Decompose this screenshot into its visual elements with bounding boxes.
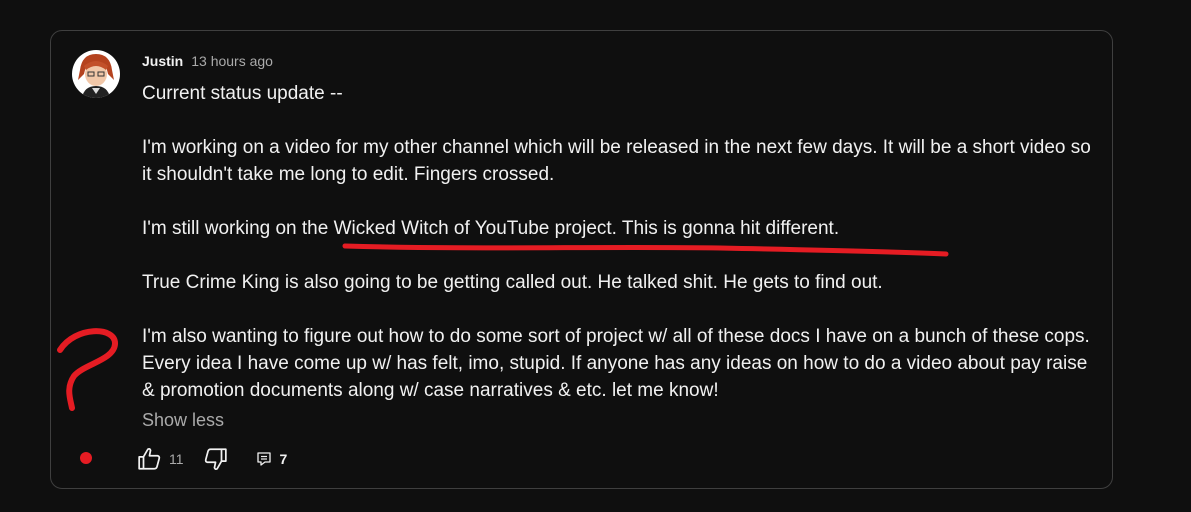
avatar-illustration xyxy=(72,50,120,98)
comment-body: Current status update -- I'm working on … xyxy=(142,80,1102,404)
like-button[interactable]: 11 xyxy=(137,446,184,472)
author-avatar[interactable] xyxy=(72,50,120,98)
thumbs-down-icon xyxy=(204,448,227,470)
like-count: 11 xyxy=(169,451,184,467)
thumbs-up-icon xyxy=(138,448,161,470)
reply-button[interactable]: 7 xyxy=(256,451,288,467)
comment-paragraph: Current status update -- xyxy=(142,83,343,104)
comment-timestamp[interactable]: 13 hours ago xyxy=(191,53,273,69)
comment-header: Justin 13 hours ago xyxy=(142,53,273,69)
show-less-button[interactable]: Show less xyxy=(142,410,224,431)
annotation-dot xyxy=(80,452,92,464)
comment-paragraph: I'm working on a video for my other chan… xyxy=(142,137,1097,185)
dislike-button[interactable] xyxy=(202,446,228,472)
comment-actions: 11 7 xyxy=(137,446,287,472)
comment-paragraph: I'm still working on the Wicked Witch of… xyxy=(142,218,840,239)
comment-paragraph: I'm also wanting to figure out how to do… xyxy=(142,326,1096,401)
author-name[interactable]: Justin xyxy=(142,53,183,69)
comment-icon xyxy=(256,452,271,466)
comment-paragraph: True Crime King is also going to be gett… xyxy=(142,272,883,293)
reply-count: 7 xyxy=(279,451,288,467)
